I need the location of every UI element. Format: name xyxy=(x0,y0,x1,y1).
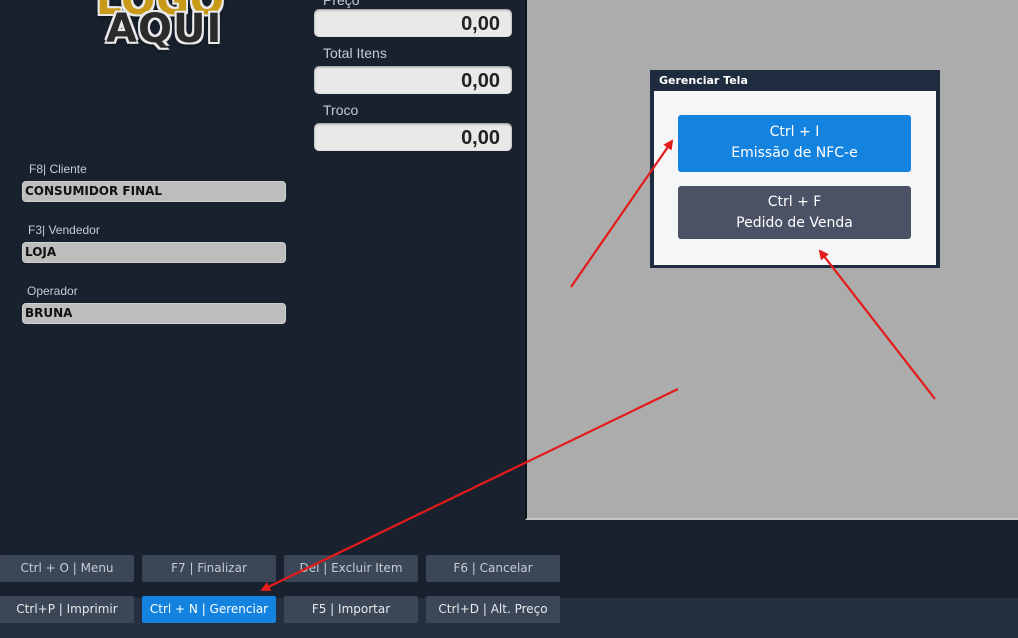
gerenciar-tela-dialog: Gerenciar Tela Ctrl + I Emissão de NFC-e… xyxy=(650,70,940,268)
vendedor-field[interactable]: LOJA xyxy=(22,242,286,263)
logo-text-bottom: AQUI xyxy=(106,6,223,52)
finalizar-button[interactable]: F7 | Finalizar xyxy=(142,555,276,582)
cliente-field[interactable]: CONSUMIDOR FINAL xyxy=(22,181,286,202)
importar-button[interactable]: F5 | Importar xyxy=(284,596,418,623)
operador-label: Operador xyxy=(27,284,78,298)
alt-preco-button[interactable]: Ctrl+D | Alt. Preço xyxy=(426,596,560,623)
logo: LOGO AQUI xyxy=(84,0,256,76)
troco-value: 0,00 xyxy=(314,123,512,151)
pedido-shortcut: Ctrl + F xyxy=(767,194,822,210)
gerenciar-button[interactable]: Ctrl + N | Gerenciar xyxy=(142,596,276,623)
preco-value: 0,00 xyxy=(314,9,512,37)
total-itens-label: Total Itens xyxy=(323,45,387,61)
dialog-body: Ctrl + I Emissão de NFC-e Ctrl + F Pedid… xyxy=(654,91,936,265)
troco-label: Troco xyxy=(323,102,359,118)
pedido-label: Pedido de Venda xyxy=(736,215,853,231)
cancelar-button[interactable]: F6 | Cancelar xyxy=(426,555,560,582)
pedido-venda-button[interactable]: Ctrl + F Pedido de Venda xyxy=(678,186,911,239)
imprimir-button[interactable]: Ctrl+P | Imprimir xyxy=(0,596,134,623)
nfce-label: Emissão de NFC-e xyxy=(731,145,858,161)
preco-label: Preço xyxy=(323,0,360,8)
menu-button[interactable]: Ctrl + O | Menu xyxy=(0,555,134,582)
dialog-title: Gerenciar Tela xyxy=(659,74,748,87)
vendedor-label: F3| Vendedor xyxy=(28,223,100,237)
excluir-item-button[interactable]: Del | Excluir Item xyxy=(284,555,418,582)
total-itens-value: 0,00 xyxy=(314,66,512,94)
nfce-shortcut: Ctrl + I xyxy=(769,124,820,140)
cliente-label: F8| Cliente xyxy=(29,162,87,176)
operador-field[interactable]: BRUNA xyxy=(22,303,286,324)
nfce-button[interactable]: Ctrl + I Emissão de NFC-e xyxy=(678,115,911,172)
